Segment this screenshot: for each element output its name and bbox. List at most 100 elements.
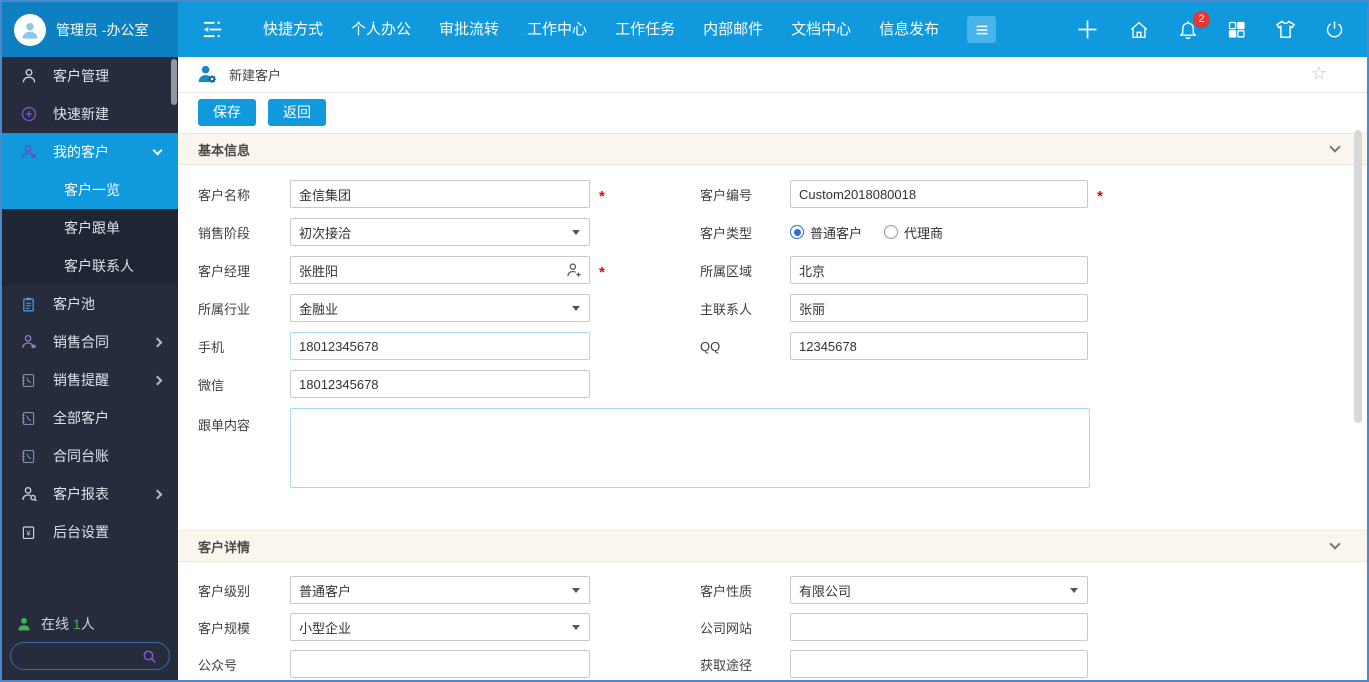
radio-label: 普通客户: [810, 225, 863, 241]
nav-work-center[interactable]: 工作中心: [513, 2, 601, 57]
user-block[interactable]: 管理员 -办公室: [2, 2, 178, 57]
field-follow-content: 跟单内容: [198, 408, 1090, 488]
qq-input[interactable]: [790, 332, 1088, 360]
sidebar-item-label: 销售提醒: [53, 372, 109, 388]
sidebar-item-sales-contracts[interactable]: 销售合同: [2, 323, 178, 361]
sidebar-item-label: 我的客户: [53, 144, 109, 160]
content-scrollbar-thumb[interactable]: [1354, 130, 1362, 423]
main-navigation: 快捷方式 个人办公 审批流转 工作中心 工作任务 内部邮件 文档中心 信息发布: [249, 2, 953, 57]
radio-agent[interactable]: 代理商: [884, 223, 943, 242]
person-icon: [20, 67, 40, 85]
phonebook-icon: [20, 448, 40, 465]
nav-work-tasks[interactable]: 工作任务: [601, 2, 689, 57]
favorite-star-icon[interactable]: ☆: [1311, 64, 1327, 82]
svg-text:¥: ¥: [26, 528, 31, 537]
field-customer-type: 客户类型 普通客户 代理商: [700, 218, 943, 246]
collapse-menu-icon[interactable]: [200, 19, 225, 40]
sidebar-item-sales-reminders[interactable]: 销售提醒: [2, 361, 178, 399]
field-label: 手机: [198, 339, 225, 355]
field-label: 跟单内容: [198, 418, 251, 433]
field-industry: 所属行业 金融业: [198, 294, 590, 322]
notifications-bell-icon[interactable]: 2: [1177, 10, 1210, 41]
field-wechat: 微信: [198, 370, 590, 398]
back-button[interactable]: 返回: [268, 98, 326, 126]
sidebar: 客户管理 快速新建 我的客户 客户一览 客户跟单 客户联系人 客户池 销售合同 …: [2, 57, 178, 680]
sidebar-item-contract-ledger[interactable]: 合同台账: [2, 437, 178, 475]
nav-internal-mail[interactable]: 内部邮件: [689, 2, 777, 57]
field-label: 公司网站: [700, 620, 753, 636]
customer-level-select[interactable]: 普通客户: [290, 576, 590, 604]
sidebar-item-customer-contacts[interactable]: 客户联系人: [2, 247, 178, 285]
field-label: 客户性质: [700, 583, 753, 599]
new-customer-icon: [196, 63, 219, 86]
customer-scale-select[interactable]: 小型企业: [290, 613, 590, 641]
chevron-down-icon: [152, 145, 163, 156]
field-region: 所属区域: [700, 256, 1088, 284]
power-logout-icon[interactable]: [1324, 19, 1345, 40]
sidebar-search-input[interactable]: [10, 642, 170, 670]
company-website-input[interactable]: [790, 613, 1088, 641]
industry-select[interactable]: 金融业: [290, 294, 590, 322]
main-contact-input[interactable]: [790, 294, 1088, 322]
customer-nature-select[interactable]: 有限公司: [790, 576, 1088, 604]
header-icon-group: 2: [1074, 2, 1345, 57]
sidebar-item-customer-reports[interactable]: 客户报表: [2, 475, 178, 513]
customer-name-input[interactable]: [290, 180, 590, 208]
add-icon[interactable]: [1074, 16, 1101, 43]
sidebar-item-customer-follow[interactable]: 客户跟单: [2, 209, 178, 247]
sidebar-item-backend-settings[interactable]: ¥ 后台设置: [2, 513, 178, 551]
sidebar-item-customer-list[interactable]: 客户一览: [2, 171, 178, 209]
sidebar-scrollbar-thumb[interactable]: [171, 59, 177, 105]
field-mobile: 手机: [198, 332, 590, 360]
nav-approval-flow[interactable]: 审批流转: [425, 2, 513, 57]
sidebar-item-customer-management[interactable]: 客户管理: [2, 57, 178, 95]
acquisition-channel-input[interactable]: [790, 650, 1088, 678]
sales-stage-select[interactable]: 初次接洽: [290, 218, 590, 246]
field-customer-scale: 客户规模 小型企业: [198, 613, 590, 641]
theme-shirt-icon[interactable]: [1274, 18, 1297, 41]
nav-info-publish[interactable]: 信息发布: [865, 2, 953, 57]
field-label: 客户级别: [198, 583, 251, 599]
sidebar-item-my-customers[interactable]: 我的客户: [2, 133, 178, 171]
field-label: 客户规模: [198, 620, 251, 636]
user-avatar-icon: [14, 13, 46, 46]
home-icon[interactable]: [1128, 19, 1150, 41]
field-customer-name: 客户名称 *: [198, 180, 605, 208]
online-text: 在线 1人: [41, 616, 95, 632]
sidebar-item-label: 客户跟单: [64, 220, 120, 236]
nav-shortcuts[interactable]: 快捷方式: [249, 2, 337, 57]
mobile-input[interactable]: [290, 332, 590, 360]
sidebar-item-customer-pool[interactable]: 客户池: [2, 285, 178, 323]
follow-content-textarea[interactable]: [290, 408, 1090, 488]
nav-document-center[interactable]: 文档中心: [777, 2, 865, 57]
clipboard-icon: [20, 296, 40, 313]
field-acquisition-channel: 获取途径: [700, 650, 1088, 678]
nav-personal-office[interactable]: 个人办公: [337, 2, 425, 57]
chevron-right-icon: [152, 337, 163, 347]
collapse-chevron-icon[interactable]: [1329, 141, 1341, 153]
select-value: 普通客户: [299, 583, 352, 599]
sidebar-item-label: 客户管理: [53, 68, 109, 84]
field-label: 销售阶段: [198, 225, 251, 241]
more-menu-button[interactable]: [967, 16, 997, 43]
collapse-chevron-icon[interactable]: [1329, 538, 1341, 550]
sidebar-item-all-customers[interactable]: 全部客户: [2, 399, 178, 437]
wechat-input[interactable]: [290, 370, 590, 398]
save-button[interactable]: 保存: [198, 98, 256, 126]
apps-grid-icon[interactable]: [1226, 19, 1247, 40]
customer-manager-input[interactable]: [290, 256, 590, 284]
sidebar-item-label: 全部客户: [53, 410, 109, 426]
person-plus-icon[interactable]: [565, 261, 583, 279]
field-customer-level: 客户级别 普通客户: [198, 576, 590, 604]
caret-down-icon: [572, 588, 580, 593]
radio-normal-customer[interactable]: 普通客户: [790, 223, 862, 242]
customer-no-input[interactable]: [790, 180, 1088, 208]
sidebar-item-quick-create[interactable]: 快速新建: [2, 95, 178, 133]
radio-label: 代理商: [904, 225, 944, 241]
region-input[interactable]: [790, 256, 1088, 284]
main-content: 新建客户 ☆ 保存 返回 基本信息 客户名称 * 客户编号 * 销售阶段 初次接…: [178, 57, 1367, 680]
user-name: 管理员 -办公室: [56, 21, 149, 38]
hamburger-icon: [973, 21, 991, 39]
official-account-input[interactable]: [290, 650, 590, 678]
field-qq: QQ: [700, 332, 1088, 360]
